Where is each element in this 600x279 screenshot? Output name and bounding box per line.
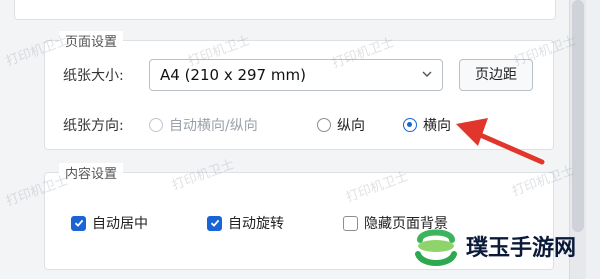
radio-circle xyxy=(317,118,331,132)
paper-size-select[interactable]: A4 (210 x 297 mm) xyxy=(149,59,443,91)
radio-circle xyxy=(403,118,417,132)
red-arrow-icon xyxy=(456,118,545,165)
checkbox-box xyxy=(343,215,358,231)
checkbox-box xyxy=(71,215,86,231)
orientation-portrait-label: 纵向 xyxy=(337,118,365,134)
logo-icon xyxy=(415,229,457,266)
orientation-auto-radio[interactable]: 自动横向/纵向 xyxy=(149,115,258,135)
checkbox-box xyxy=(207,215,222,231)
page-setup-title: 页面设置 xyxy=(59,31,124,50)
chevron-down-icon xyxy=(422,71,432,77)
paper-size-label: 纸张大小: xyxy=(63,68,124,84)
margins-button[interactable]: 页边距 xyxy=(459,59,533,91)
content-settings-title: 内容设置 xyxy=(59,163,124,182)
orientation-portrait-radio[interactable]: 纵向 xyxy=(317,115,365,135)
checkmark-icon xyxy=(74,219,83,227)
auto-center-checkbox[interactable]: 自动居中 xyxy=(71,213,148,233)
logo-text: 璞玉手游网 xyxy=(466,236,577,261)
orientation-landscape-label: 横向 xyxy=(423,118,451,134)
checkmark-icon xyxy=(210,219,219,227)
previous-section-card xyxy=(14,0,556,20)
site-logo: 璞玉手游网 xyxy=(412,222,576,270)
orientation-label: 纸张方向: xyxy=(63,118,124,134)
paper-size-value: A4 (210 x 297 mm) xyxy=(160,66,306,84)
auto-rotate-checkbox[interactable]: 自动旋转 xyxy=(207,213,284,233)
scrollbar-thumb[interactable] xyxy=(572,0,584,232)
radio-circle xyxy=(149,118,163,132)
orientation-auto-label: 自动横向/纵向 xyxy=(169,118,258,134)
auto-center-label: 自动居中 xyxy=(92,216,148,232)
auto-rotate-label: 自动旋转 xyxy=(228,216,284,232)
orientation-landscape-radio[interactable]: 横向 xyxy=(403,115,451,135)
